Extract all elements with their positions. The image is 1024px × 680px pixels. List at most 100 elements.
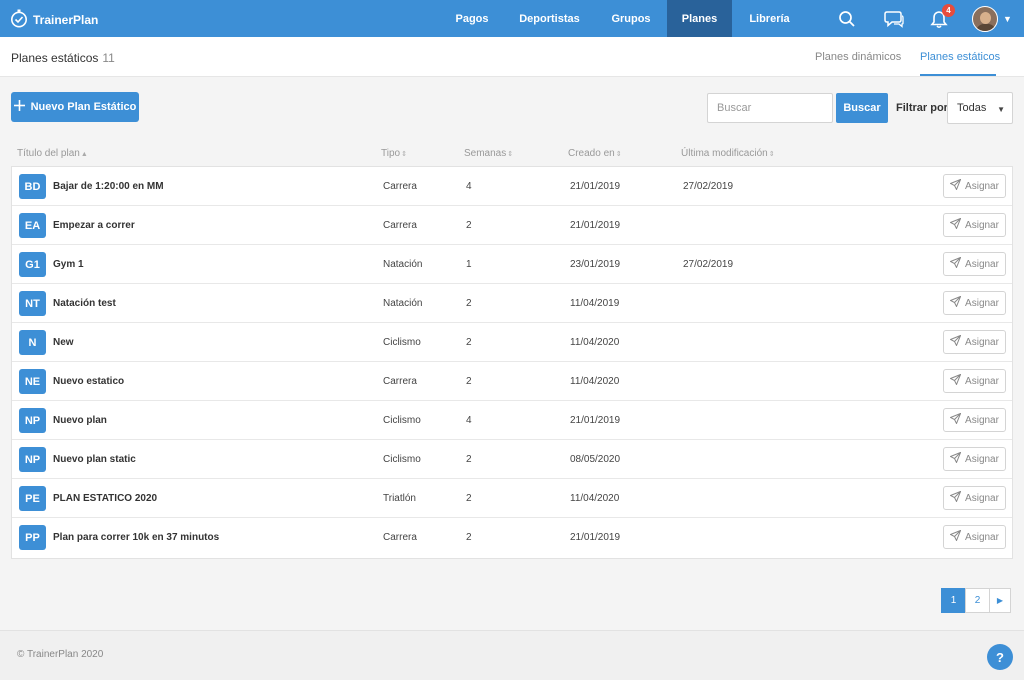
main-nav: Pagos Deportistas Grupos Planes Librería [440, 0, 807, 37]
column-header-tipo[interactable]: Tipo⇕ [381, 148, 407, 159]
plan-initials-badge: N [19, 330, 46, 355]
nav-item-planes[interactable]: Planes [667, 0, 732, 37]
plan-type: Natación [383, 298, 423, 309]
bell-icon[interactable]: 4 [928, 4, 955, 30]
table-row[interactable]: G1 Gym 1 Natación 1 23/01/2019 27/02/2019 Asig… [12, 245, 1012, 284]
new-static-plan-label: Nuevo Plan Estático [30, 101, 137, 113]
plan-weeks: 2 [466, 376, 472, 387]
plan-title[interactable]: Nuevo plan [53, 415, 107, 426]
assign-button[interactable]: Asignar [943, 525, 1006, 549]
plan-title[interactable]: Bajar de 1:20:00 en MM [53, 181, 164, 192]
plan-initials-badge: BD [19, 174, 46, 199]
paper-plane-icon [949, 334, 962, 349]
assign-button[interactable]: Asignar [943, 486, 1006, 510]
table-row[interactable]: PP Plan para correr 10k en 37 minutos Carr… [12, 518, 1012, 557]
nav-item-libreria[interactable]: Librería [732, 0, 807, 37]
assign-button[interactable]: Asignar [943, 330, 1006, 354]
page-title-text: Planes estáticos [11, 51, 99, 65]
plan-type: Carrera [383, 532, 417, 543]
plan-weeks: 2 [466, 493, 472, 504]
search-icon[interactable] [836, 8, 858, 30]
assign-label: Asignar [965, 531, 999, 543]
sort-icon: ⇕ [401, 151, 407, 158]
column-header-modificacion[interactable]: Última modificación⇕ [681, 148, 775, 159]
plan-title[interactable]: New [53, 337, 74, 348]
plan-title[interactable]: Gym 1 [53, 259, 84, 270]
plan-initials-badge: NP [19, 447, 46, 472]
plan-created-date: 21/01/2019 [570, 415, 621, 426]
plan-title[interactable]: PLAN ESTATICO 2020 [53, 493, 157, 504]
paper-plane-icon [949, 490, 962, 505]
plan-initials-badge: NP [19, 408, 46, 433]
search-input[interactable] [707, 93, 833, 123]
plan-weeks: 2 [466, 337, 472, 348]
column-header-semanas-label: Semanas [464, 148, 507, 159]
avatar[interactable] [972, 6, 998, 32]
paper-plane-icon [949, 295, 962, 310]
top-navbar: TrainerPlan Pagos Deportistas Grupos Pla… [0, 0, 1024, 37]
assign-button[interactable]: Asignar [943, 291, 1006, 315]
tab-planes-estaticos[interactable]: Planes estáticos [920, 51, 1000, 63]
assign-button[interactable]: Asignar [943, 369, 1006, 393]
plan-title[interactable]: Nuevo estatico [53, 376, 124, 387]
filter-select-value: Todas [957, 102, 987, 114]
nav-item-deportistas[interactable]: Deportistas [504, 0, 595, 37]
copyright: © TrainerPlan 2020 [17, 649, 104, 660]
assign-button[interactable]: Asignar [943, 174, 1006, 198]
plan-modified-date: 27/02/2019 [683, 259, 734, 270]
assign-button[interactable]: Asignar [943, 252, 1006, 276]
chevron-down-icon[interactable]: ▼ [1003, 14, 1012, 24]
active-tab-indicator [920, 74, 996, 76]
sort-icon: ⇕ [507, 151, 514, 158]
table-row[interactable]: EA Empezar a correr Carrera 2 21/01/2019 Asig… [12, 206, 1012, 245]
plan-title[interactable]: Natación test [53, 298, 116, 309]
plan-weeks: 4 [466, 415, 472, 426]
page-2-button[interactable]: 2 [965, 588, 990, 613]
notification-badge: 4 [942, 4, 955, 17]
assign-label: Asignar [965, 375, 999, 387]
plan-type: Triatlón [383, 493, 416, 504]
table-row[interactable]: PE PLAN ESTATICO 2020 Triatlón 2 11/04/2020 A… [12, 479, 1012, 518]
plan-weeks: 2 [466, 220, 472, 231]
search-button[interactable]: Buscar [836, 93, 888, 123]
plan-created-date: 21/01/2019 [570, 532, 621, 543]
assign-label: Asignar [965, 492, 999, 504]
assign-label: Asignar [965, 180, 999, 192]
paper-plane-icon [949, 451, 962, 466]
column-header-creado[interactable]: Creado en⇕ [568, 148, 622, 159]
plan-type: Ciclismo [383, 337, 421, 348]
column-header-semanas[interactable]: Semanas⇕ [464, 148, 513, 159]
tab-planes-dinamicos[interactable]: Planes dinámicos [815, 51, 901, 63]
filter-select[interactable]: Todas ▼ [947, 92, 1013, 124]
table-row[interactable]: BD Bajar de 1:20:00 en MM Carrera 4 21/01/20… [12, 167, 1012, 206]
next-page-icon[interactable]: ▶ [989, 588, 1011, 613]
page-1-button[interactable]: 1 [941, 588, 966, 613]
help-button[interactable]: ? [987, 644, 1013, 670]
plan-modified-date: 27/02/2019 [683, 181, 734, 192]
column-header-title[interactable]: Título del plan▲ [17, 148, 88, 159]
plan-type: Carrera [383, 181, 417, 192]
assign-label: Asignar [965, 297, 999, 309]
nav-item-grupos[interactable]: Grupos [595, 0, 667, 37]
plan-title[interactable]: Plan para correr 10k en 37 minutos [53, 532, 219, 543]
table-row[interactable]: NP Nuevo plan Ciclismo 4 21/01/2019 Asignar [12, 401, 1012, 440]
assign-button[interactable]: Asignar [943, 213, 1006, 237]
brand-logo[interactable]: TrainerPlan [10, 9, 98, 31]
table-row[interactable]: NE Nuevo estatico Carrera 2 11/04/2020 Asigna… [12, 362, 1012, 401]
column-header-tipo-label: Tipo [381, 148, 401, 159]
nav-item-pagos[interactable]: Pagos [440, 0, 504, 37]
assign-button[interactable]: Asignar [943, 408, 1006, 432]
table-row[interactable]: NT Natación test Natación 2 11/04/2019 Asigna… [12, 284, 1012, 323]
caret-down-icon: ▼ [997, 105, 1005, 114]
assign-button[interactable]: Asignar [943, 447, 1006, 471]
plan-weeks: 2 [466, 298, 472, 309]
column-header-modificacion-label: Última modificación [681, 148, 768, 159]
plan-title[interactable]: Empezar a correr [53, 220, 135, 231]
assign-label: Asignar [965, 219, 999, 231]
new-static-plan-button[interactable]: Nuevo Plan Estático [11, 92, 139, 122]
chat-icon[interactable] [883, 8, 905, 30]
plan-title[interactable]: Nuevo plan static [53, 454, 136, 465]
sort-asc-icon: ▲ [80, 151, 88, 158]
table-row[interactable]: N New Ciclismo 2 11/04/2020 Asignar [12, 323, 1012, 362]
table-row[interactable]: NP Nuevo plan static Ciclismo 2 08/05/2020 As… [12, 440, 1012, 479]
